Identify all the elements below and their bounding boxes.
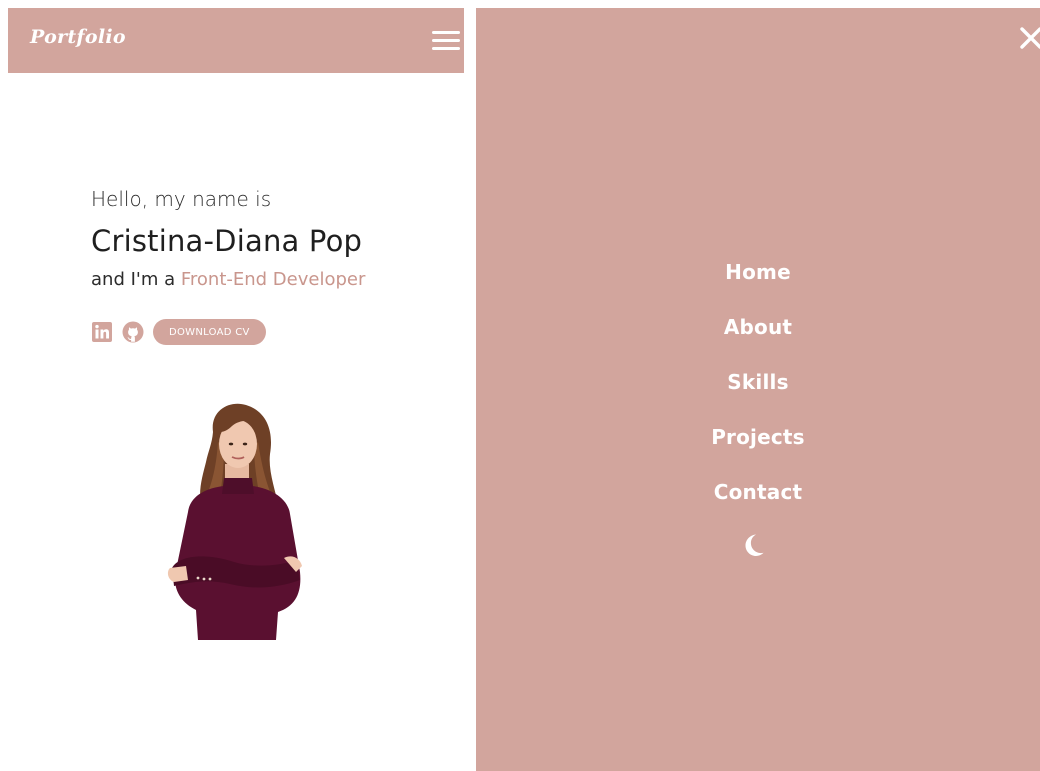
role-prefix: and I'm a — [91, 269, 181, 290]
logo[interactable]: Portfolio — [30, 26, 126, 48]
close-icon[interactable] — [1018, 26, 1040, 52]
hero-section: Hello, my name is Cristina-Diana Pop and… — [91, 184, 451, 294]
menu-list: Home About Skills Projects Contact — [476, 254, 1040, 529]
menu-link-skills[interactable]: Skills — [727, 370, 788, 394]
role-line: and I'm a Front-End Developer — [91, 266, 451, 294]
moon-icon[interactable] — [739, 531, 765, 557]
menu-link-about[interactable]: About — [724, 315, 792, 339]
profile-photo — [167, 403, 302, 640]
menu-link-home[interactable]: Home — [725, 260, 791, 284]
menu-link-projects[interactable]: Projects — [711, 425, 805, 449]
download-cv-button[interactable]: DOWNLOAD CV — [153, 319, 266, 345]
social-links: DOWNLOAD CV — [91, 319, 266, 345]
github-icon[interactable] — [122, 321, 144, 343]
menu-link-contact[interactable]: Contact — [714, 480, 803, 504]
menu-item-about: About — [476, 309, 1040, 364]
linkedin-icon[interactable] — [91, 321, 113, 343]
greeting-text: Hello, my name is — [91, 187, 272, 211]
mobile-home-view: Portfolio Hello, my name is Cristina-Dia… — [8, 8, 464, 771]
navbar: Portfolio — [8, 8, 464, 73]
menu-item-skills: Skills — [476, 364, 1040, 419]
navigation-menu-overlay: Home About Skills Projects Contact — [476, 8, 1040, 771]
hamburger-menu-icon[interactable] — [432, 29, 460, 53]
menu-item-home: Home — [476, 254, 1040, 309]
menu-item-projects: Projects — [476, 419, 1040, 474]
menu-item-contact: Contact — [476, 474, 1040, 529]
role-title: Front-End Developer — [180, 269, 366, 290]
developer-name: Cristina-Diana Pop — [91, 224, 363, 258]
